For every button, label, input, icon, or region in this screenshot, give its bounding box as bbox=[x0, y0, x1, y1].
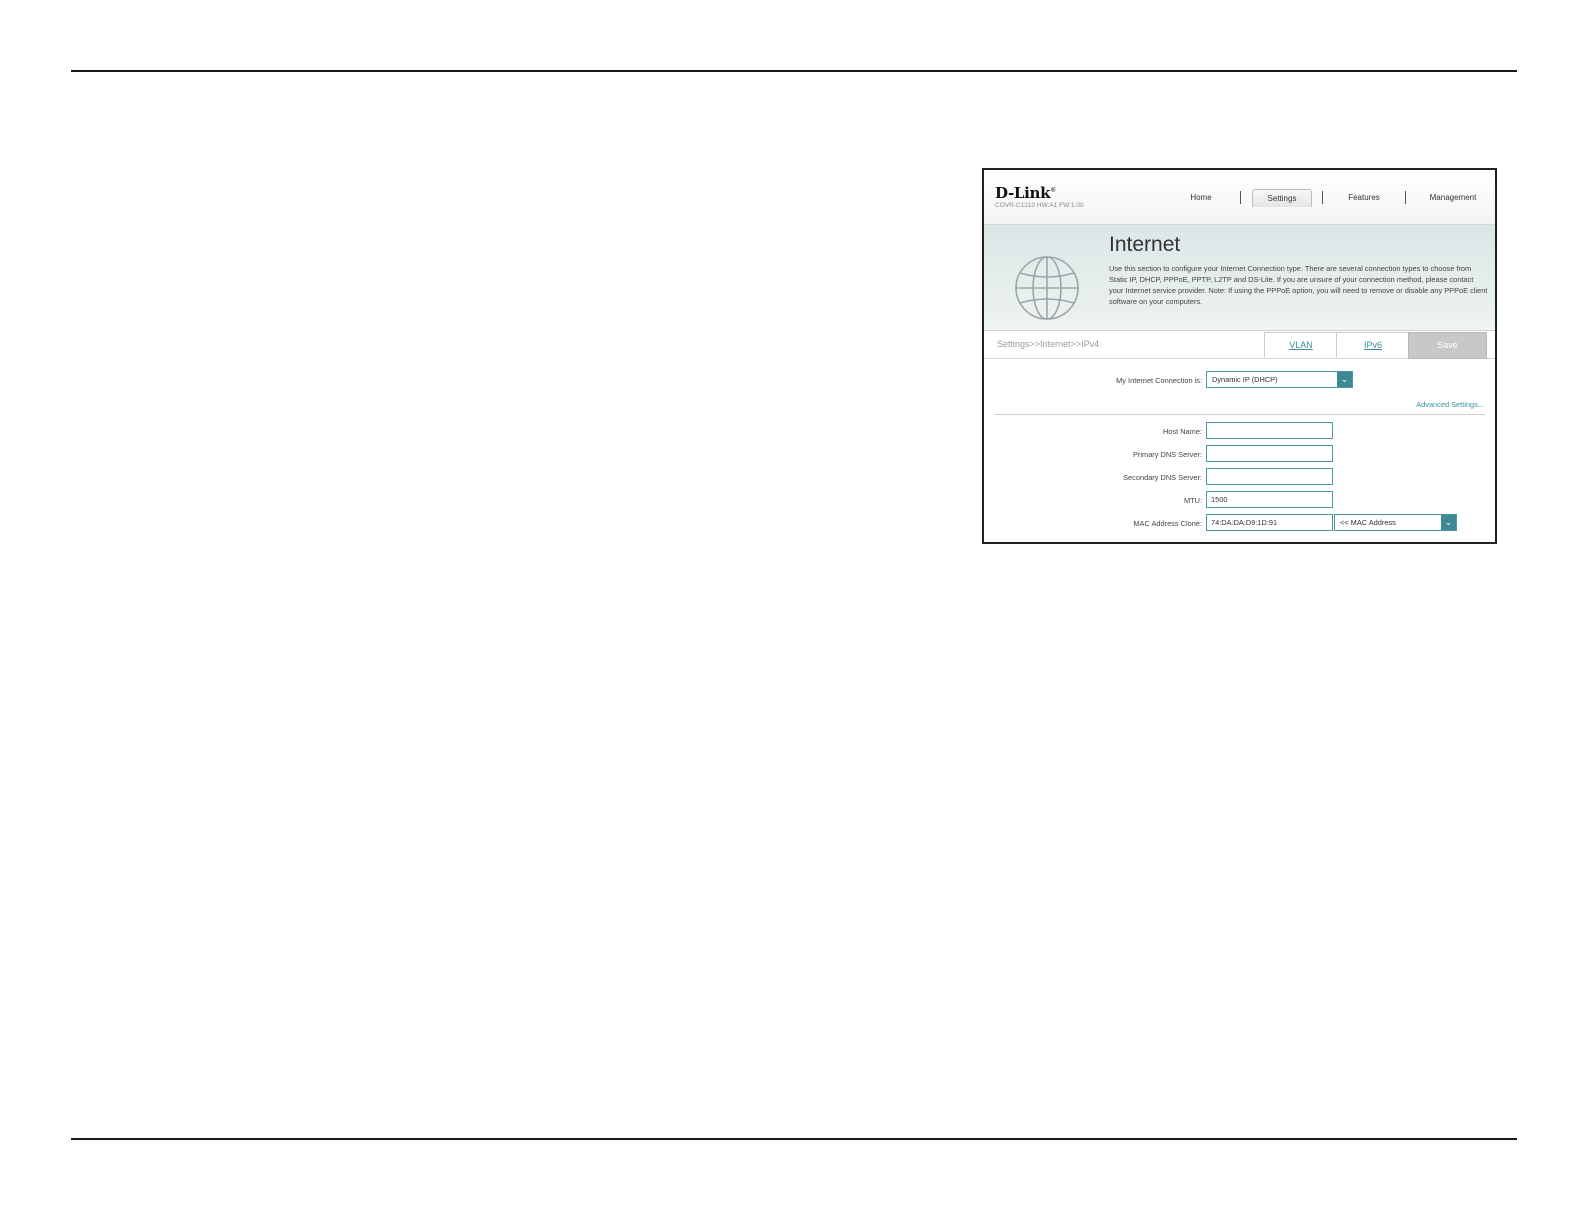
secondary-dns-label: Secondary DNS Server: bbox=[1123, 473, 1202, 482]
tab-ipv6[interactable]: IPv6 bbox=[1336, 332, 1410, 358]
breadcrumb: Settings>>Internet>>IPv4 bbox=[997, 339, 1100, 349]
connection-type-value: Dynamic IP (DHCP) bbox=[1212, 375, 1278, 384]
mac-address-select-value: << MAC Address bbox=[1340, 518, 1396, 527]
nav-separator bbox=[1240, 191, 1241, 204]
advanced-settings-link[interactable]: Advanced Settings... bbox=[1364, 400, 1484, 409]
chevron-down-icon[interactable]: ⌄ bbox=[1441, 515, 1456, 530]
router-ui-screenshot: D-Link® COVR-C1210 HW:A1 FW:1.00 Home Se… bbox=[982, 168, 1497, 544]
secondary-dns-input[interactable] bbox=[1206, 468, 1333, 485]
dlink-logo: D-Link® bbox=[995, 184, 1056, 202]
model-info: COVR-C1210 HW:A1 FW:1.00 bbox=[995, 202, 1084, 209]
page-title: Internet bbox=[1109, 233, 1181, 256]
globe-icon bbox=[1015, 256, 1079, 320]
save-button[interactable]: Save bbox=[1408, 332, 1487, 359]
tab-vlan[interactable]: VLAN bbox=[1264, 332, 1338, 358]
page-description: Use this section to configure your Inter… bbox=[1109, 264, 1488, 306]
nav-separator bbox=[1405, 191, 1406, 204]
header-rule bbox=[71, 70, 1517, 72]
host-name-input[interactable] bbox=[1206, 422, 1333, 439]
section-divider bbox=[994, 414, 1485, 415]
host-name-label: Host Name: bbox=[1162, 427, 1202, 436]
nav-settings[interactable]: Settings bbox=[1252, 189, 1312, 207]
primary-dns-input[interactable] bbox=[1206, 445, 1333, 462]
mtu-input[interactable]: 1500 bbox=[1206, 491, 1333, 508]
primary-dns-label: Primary DNS Server: bbox=[1133, 450, 1202, 459]
nav-management[interactable]: Management bbox=[1416, 189, 1490, 206]
chevron-down-icon[interactable]: ⌄ bbox=[1337, 372, 1352, 387]
mac-clone-label: MAC Address Clone: bbox=[1133, 519, 1202, 528]
router-header: D-Link® COVR-C1210 HW:A1 FW:1.00 Home Se… bbox=[984, 170, 1495, 225]
nav-features[interactable]: Features bbox=[1336, 189, 1392, 206]
connection-type-select[interactable]: Dynamic IP (DHCP) ⌄ bbox=[1206, 371, 1353, 388]
internet-banner: Internet Use this section to configure y… bbox=[984, 225, 1495, 331]
nav-home[interactable]: Home bbox=[1177, 189, 1225, 206]
footer-rule bbox=[71, 1138, 1517, 1140]
mac-address-input[interactable]: 74:DA:DA:D9:1D:91 bbox=[1206, 514, 1333, 531]
mtu-label: MTU: bbox=[1183, 496, 1202, 505]
breadcrumb-bar: Settings>>Internet>>IPv4 VLAN IPv6 Save bbox=[984, 331, 1495, 359]
mac-address-select[interactable]: << MAC Address ⌄ bbox=[1334, 514, 1457, 531]
nav-separator bbox=[1322, 191, 1323, 204]
connection-type-label: My Internet Connection is: bbox=[1116, 376, 1202, 385]
